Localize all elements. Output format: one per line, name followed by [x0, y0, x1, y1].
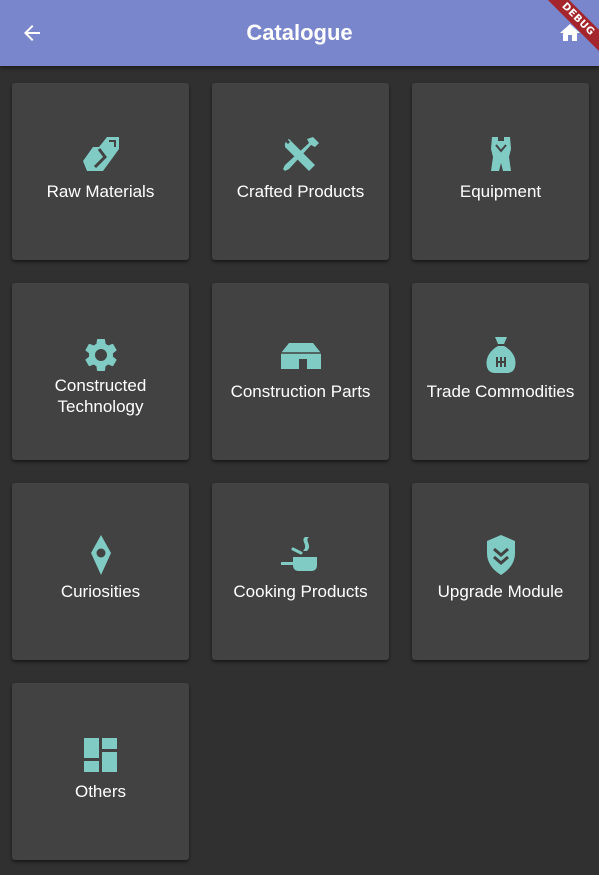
tile-label: Crafted Products [236, 182, 365, 201]
category-tile-upgrade-module[interactable]: Upgrade Module [412, 483, 589, 660]
category-tile-trade-commodities[interactable]: Trade Commodities [412, 283, 589, 460]
home-icon [560, 24, 580, 41]
upgrade-shield-icon [412, 535, 589, 575]
category-tile-crafted-products[interactable]: Crafted Products [212, 83, 389, 260]
page-title: Catalogue [246, 20, 353, 45]
tools-icon [212, 135, 389, 175]
gear-icon [12, 335, 189, 375]
curiosity-icon [12, 535, 189, 575]
bag-icon [412, 335, 589, 375]
tile-label: Raw Materials [46, 182, 155, 201]
tile-label: Others [74, 782, 127, 801]
tile-label: Curiosities [60, 582, 141, 601]
tile-label: Upgrade Module [437, 582, 564, 601]
tile-label: Cooking Products [233, 582, 368, 601]
tile-label: Construction Parts [230, 382, 371, 401]
tile-label: Trade Commodities [426, 382, 575, 401]
raw-materials-icon [12, 135, 189, 175]
tile-label: Equipment [459, 182, 542, 201]
app-bar: Catalogue [0, 0, 599, 66]
category-tile-cooking-products[interactable]: Cooking Products [212, 483, 389, 660]
category-tile-raw-materials[interactable]: Raw Materials [12, 83, 189, 260]
category-tile-curiosities[interactable]: Curiosities [12, 483, 189, 660]
exosuit-icon [412, 135, 589, 175]
structure-icon [212, 335, 389, 375]
category-tile-construction-parts[interactable]: Construction Parts [212, 283, 389, 460]
others-grid-icon [12, 735, 189, 775]
home-button[interactable] [556, 18, 584, 48]
category-tile-equipment[interactable]: Equipment [412, 83, 589, 260]
category-tile-others[interactable]: Others [12, 683, 189, 860]
cooking-icon [212, 535, 389, 575]
tile-label: Constructed Technology [54, 376, 147, 416]
category-tile-constructed-technology[interactable]: Constructed Technology [12, 283, 189, 460]
